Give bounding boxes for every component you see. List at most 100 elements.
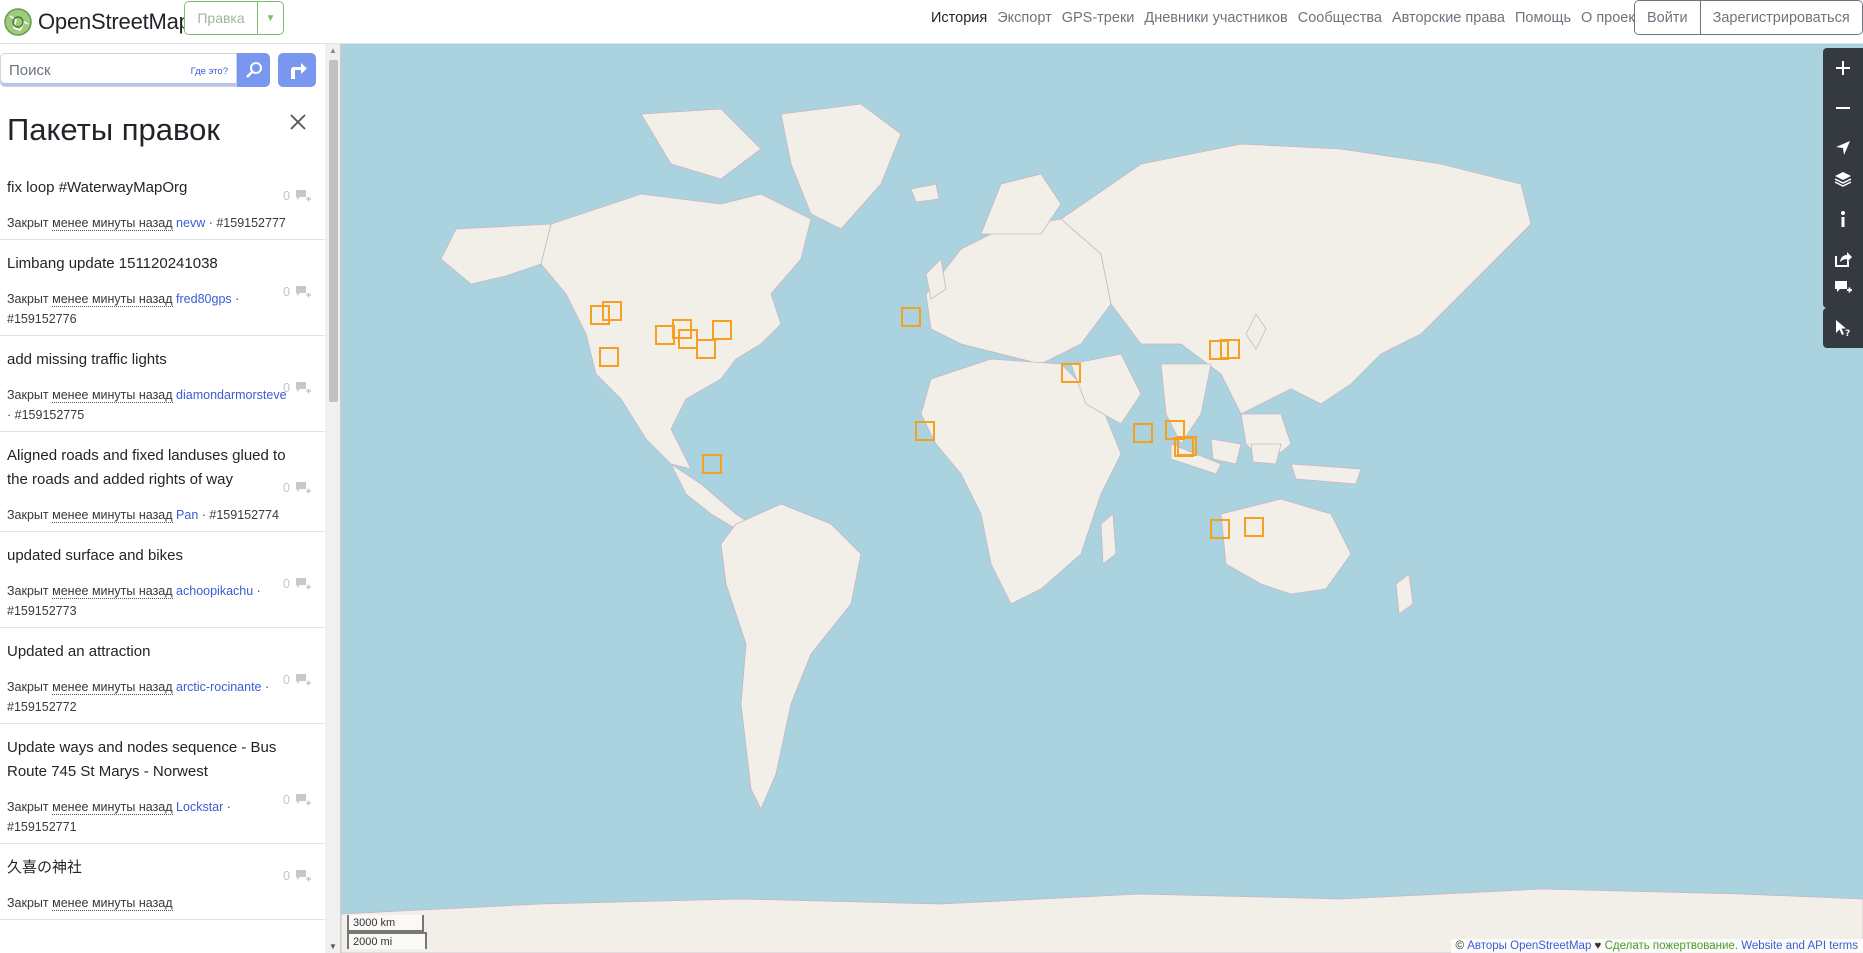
comment-icon bbox=[296, 482, 311, 494]
chevron-down-icon: ▼ bbox=[265, 12, 276, 24]
map-controls bbox=[1823, 48, 1863, 168]
query-features-button[interactable]: ? bbox=[1823, 308, 1863, 348]
directions-button[interactable] bbox=[278, 53, 316, 87]
nav-help[interactable]: Помощь bbox=[1515, 10, 1571, 26]
changeset-bbox[interactable] bbox=[702, 454, 722, 474]
changeset-list: fix loop #WaterwayMapOrg Закрыт менее мин… bbox=[0, 164, 325, 920]
changeset-user-link[interactable]: Pan bbox=[176, 508, 198, 522]
map-scale: 3000 km 2000 mi bbox=[347, 915, 427, 949]
scale-mi: 2000 mi bbox=[347, 932, 427, 949]
changeset-time: менее минуты назад bbox=[52, 680, 173, 695]
changeset-title[interactable]: Update ways and nodes sequence - Bus Rou… bbox=[7, 736, 289, 784]
changeset-user-link[interactable]: arctic-rocinante bbox=[176, 680, 261, 694]
changeset-meta: Закрыт менее минуты назад nevw · #159152… bbox=[7, 216, 286, 231]
changeset-title[interactable]: add missing traffic lights bbox=[7, 348, 289, 372]
changeset-time: менее минуты назад bbox=[52, 584, 173, 599]
changeset-item[interactable]: add missing traffic lights Закрыт менее м… bbox=[0, 336, 325, 432]
search-icon bbox=[245, 62, 262, 78]
changeset-user-link[interactable]: diamondarmorsteve bbox=[176, 388, 286, 402]
nav-history[interactable]: История bbox=[931, 10, 987, 26]
search-field[interactable]: Поиск Где это? bbox=[0, 53, 237, 87]
changeset-meta: Закрыт менее минуты назад arctic-rocinan… bbox=[7, 680, 270, 714]
changeset-title[interactable]: Aligned roads and fixed landuses glued t… bbox=[7, 444, 289, 492]
edit-dropdown: Правка ▼ bbox=[184, 1, 284, 35]
changeset-time: менее минуты назад bbox=[52, 508, 173, 523]
changeset-title[interactable]: updated surface and bikes bbox=[7, 544, 289, 568]
sidebar-scrollbar[interactable]: ▲ ▼ bbox=[325, 44, 340, 953]
changeset-id: #159152772 bbox=[7, 700, 77, 714]
changeset-user-link[interactable]: fred80gps bbox=[176, 292, 232, 306]
changeset-comments: 0 bbox=[283, 869, 311, 883]
changeset-user-link[interactable]: Lockstar bbox=[176, 800, 223, 814]
changeset-bbox[interactable] bbox=[901, 307, 921, 327]
comment-icon bbox=[296, 286, 311, 298]
scale-km: 3000 km bbox=[347, 915, 424, 932]
comment-icon bbox=[296, 190, 311, 202]
header: OpenStreetMap Правка ▼ История Экспорт G… bbox=[0, 0, 1863, 44]
changeset-comments: 0 bbox=[283, 285, 311, 299]
changeset-comments: 0 bbox=[283, 189, 311, 203]
edit-button[interactable]: Правка bbox=[185, 2, 257, 34]
osm-authors-link[interactable]: OpenStreetMap bbox=[1510, 940, 1591, 952]
search-button[interactable] bbox=[237, 53, 270, 87]
nav-user-diaries[interactable]: Дневники участников bbox=[1144, 10, 1287, 26]
nav-copyright[interactable]: Авторские права bbox=[1392, 10, 1505, 26]
terms-link[interactable]: Website and API terms bbox=[1741, 940, 1858, 952]
changeset-title[interactable]: Updated an attraction bbox=[7, 640, 289, 664]
changeset-user-link[interactable]: nevw bbox=[176, 216, 205, 230]
comment-count: 0 bbox=[283, 673, 290, 687]
comment-count: 0 bbox=[283, 381, 290, 395]
close-icon[interactable] bbox=[288, 112, 308, 132]
changeset-time: менее минуты назад bbox=[52, 388, 173, 403]
query-controls: ? bbox=[1823, 308, 1863, 348]
nav-communities[interactable]: Сообщества bbox=[1298, 10, 1382, 26]
scroll-down-icon[interactable]: ▼ bbox=[329, 942, 337, 951]
edit-dropdown-toggle[interactable]: ▼ bbox=[257, 2, 283, 34]
authors-prefix-link[interactable]: Авторы bbox=[1467, 940, 1507, 952]
auth-buttons: Войти Зарегистрироваться bbox=[1634, 0, 1863, 35]
changeset-item[interactable]: Update ways and nodes sequence - Bus Rou… bbox=[0, 724, 325, 844]
changeset-user-link[interactable]: achoopikachu bbox=[176, 584, 253, 598]
changeset-time: менее минуты назад bbox=[52, 896, 173, 911]
changeset-item[interactable]: Aligned roads and fixed landuses glued t… bbox=[0, 432, 325, 532]
comment-count: 0 bbox=[283, 869, 290, 883]
scroll-thumb[interactable] bbox=[329, 60, 338, 402]
zoom-out-icon bbox=[1836, 107, 1850, 109]
map-key-button[interactable] bbox=[1823, 199, 1863, 239]
changeset-id: #159152771 bbox=[7, 820, 77, 834]
changeset-bbox[interactable] bbox=[1133, 423, 1153, 443]
signup-button[interactable]: Зарегистрироваться bbox=[1699, 1, 1862, 34]
changeset-time: менее минуты назад bbox=[52, 216, 173, 231]
layers-button[interactable] bbox=[1823, 159, 1863, 199]
scroll-up-icon[interactable]: ▲ bbox=[329, 46, 337, 55]
changeset-meta: Закрыт менее минуты назад fred80gps · #1… bbox=[7, 292, 240, 326]
changeset-title[interactable]: Limbang update 151120241038 bbox=[7, 252, 289, 276]
nav-gps-traces[interactable]: GPS-треки bbox=[1062, 10, 1135, 26]
zoom-in-button[interactable] bbox=[1823, 48, 1863, 88]
map-layers-controls bbox=[1823, 159, 1863, 279]
zoom-out-button[interactable] bbox=[1823, 88, 1863, 128]
add-note-button[interactable] bbox=[1823, 268, 1863, 308]
changeset-item[interactable]: updated surface and bikes Закрыт менее ми… bbox=[0, 532, 325, 628]
map[interactable]: ? 3000 km 2000 mi © Авторы OpenStreetMap… bbox=[341, 44, 1863, 953]
changeset-comments: 0 bbox=[283, 381, 311, 395]
changeset-item[interactable]: 久喜の神社 Закрыт менее минуты назад 0 bbox=[0, 844, 325, 920]
changeset-item[interactable]: fix loop #WaterwayMapOrg Закрыт менее мин… bbox=[0, 164, 325, 240]
changeset-item[interactable]: Updated an attraction Закрыт менее минуты… bbox=[0, 628, 325, 724]
changeset-time: менее минуты назад bbox=[52, 292, 173, 307]
changeset-id: #159152777 bbox=[216, 216, 286, 230]
changeset-item[interactable]: Limbang update 151120241038 Закрыт менее … bbox=[0, 240, 325, 336]
logo[interactable]: OpenStreetMap bbox=[4, 6, 191, 38]
changeset-meta: Закрыт менее минуты назад Lockstar · #15… bbox=[7, 800, 231, 834]
search-input[interactable]: Поиск bbox=[9, 62, 51, 79]
donate-link[interactable]: Сделать пожертвование. bbox=[1605, 940, 1738, 952]
login-button[interactable]: Войти bbox=[1635, 1, 1700, 34]
changeset-title[interactable]: fix loop #WaterwayMapOrg bbox=[7, 176, 289, 200]
world-map bbox=[341, 103, 1863, 953]
closed-label: Закрыт bbox=[7, 292, 49, 306]
panel-title: Пакеты правок bbox=[7, 112, 220, 147]
changeset-title[interactable]: 久喜の神社 bbox=[7, 856, 289, 880]
where-is-this-link[interactable]: Где это? bbox=[191, 66, 228, 77]
changeset-meta: Закрыт менее минуты назад Pan · #1591527… bbox=[7, 508, 279, 523]
nav-export[interactable]: Экспорт bbox=[997, 10, 1051, 26]
